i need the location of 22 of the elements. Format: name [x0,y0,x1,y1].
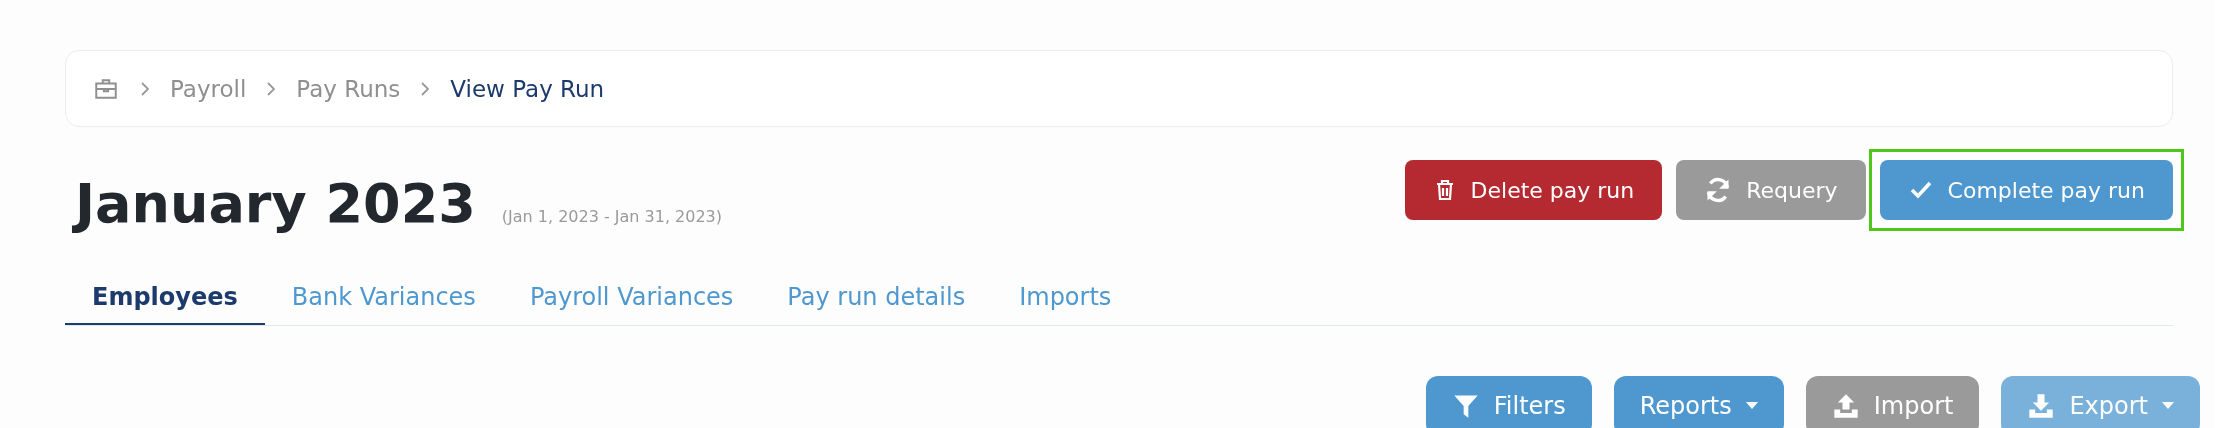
toolbar-button[interactable]: Import [1805,376,1980,428]
chevron-icon [140,80,150,97]
tab[interactable]: Employees [65,273,265,325]
action-button[interactable]: Requery [1676,160,1866,220]
action-button[interactable]: Delete pay run [1404,160,1663,220]
date-range: (Jan 1, 2023 - Jan 31, 2023) [501,207,723,226]
breadcrumb-link[interactable]: View Pay Run [450,75,605,102]
caret-icon [1745,402,1758,410]
chevron-icon [420,80,431,97]
tab[interactable]: Bank Variances [264,273,503,325]
tab[interactable]: Payroll Variances [502,273,761,325]
tab[interactable]: Imports [992,273,1139,325]
breadcrumb-link[interactable]: Pay Runs [296,75,401,102]
chevron-icon [266,80,277,97]
toolbar-button[interactable]: Reports [1613,376,1784,428]
tab[interactable]: Pay run details [760,273,993,325]
download-icon [2027,392,2056,420]
caret-icon [2162,402,2174,410]
upload-icon [1831,392,1860,420]
toolbar-button[interactable]: Filters [1425,376,1592,428]
breadcrumb-link[interactable]: Payroll [170,75,247,102]
action-button[interactable]: Complete pay run [1879,160,2173,220]
